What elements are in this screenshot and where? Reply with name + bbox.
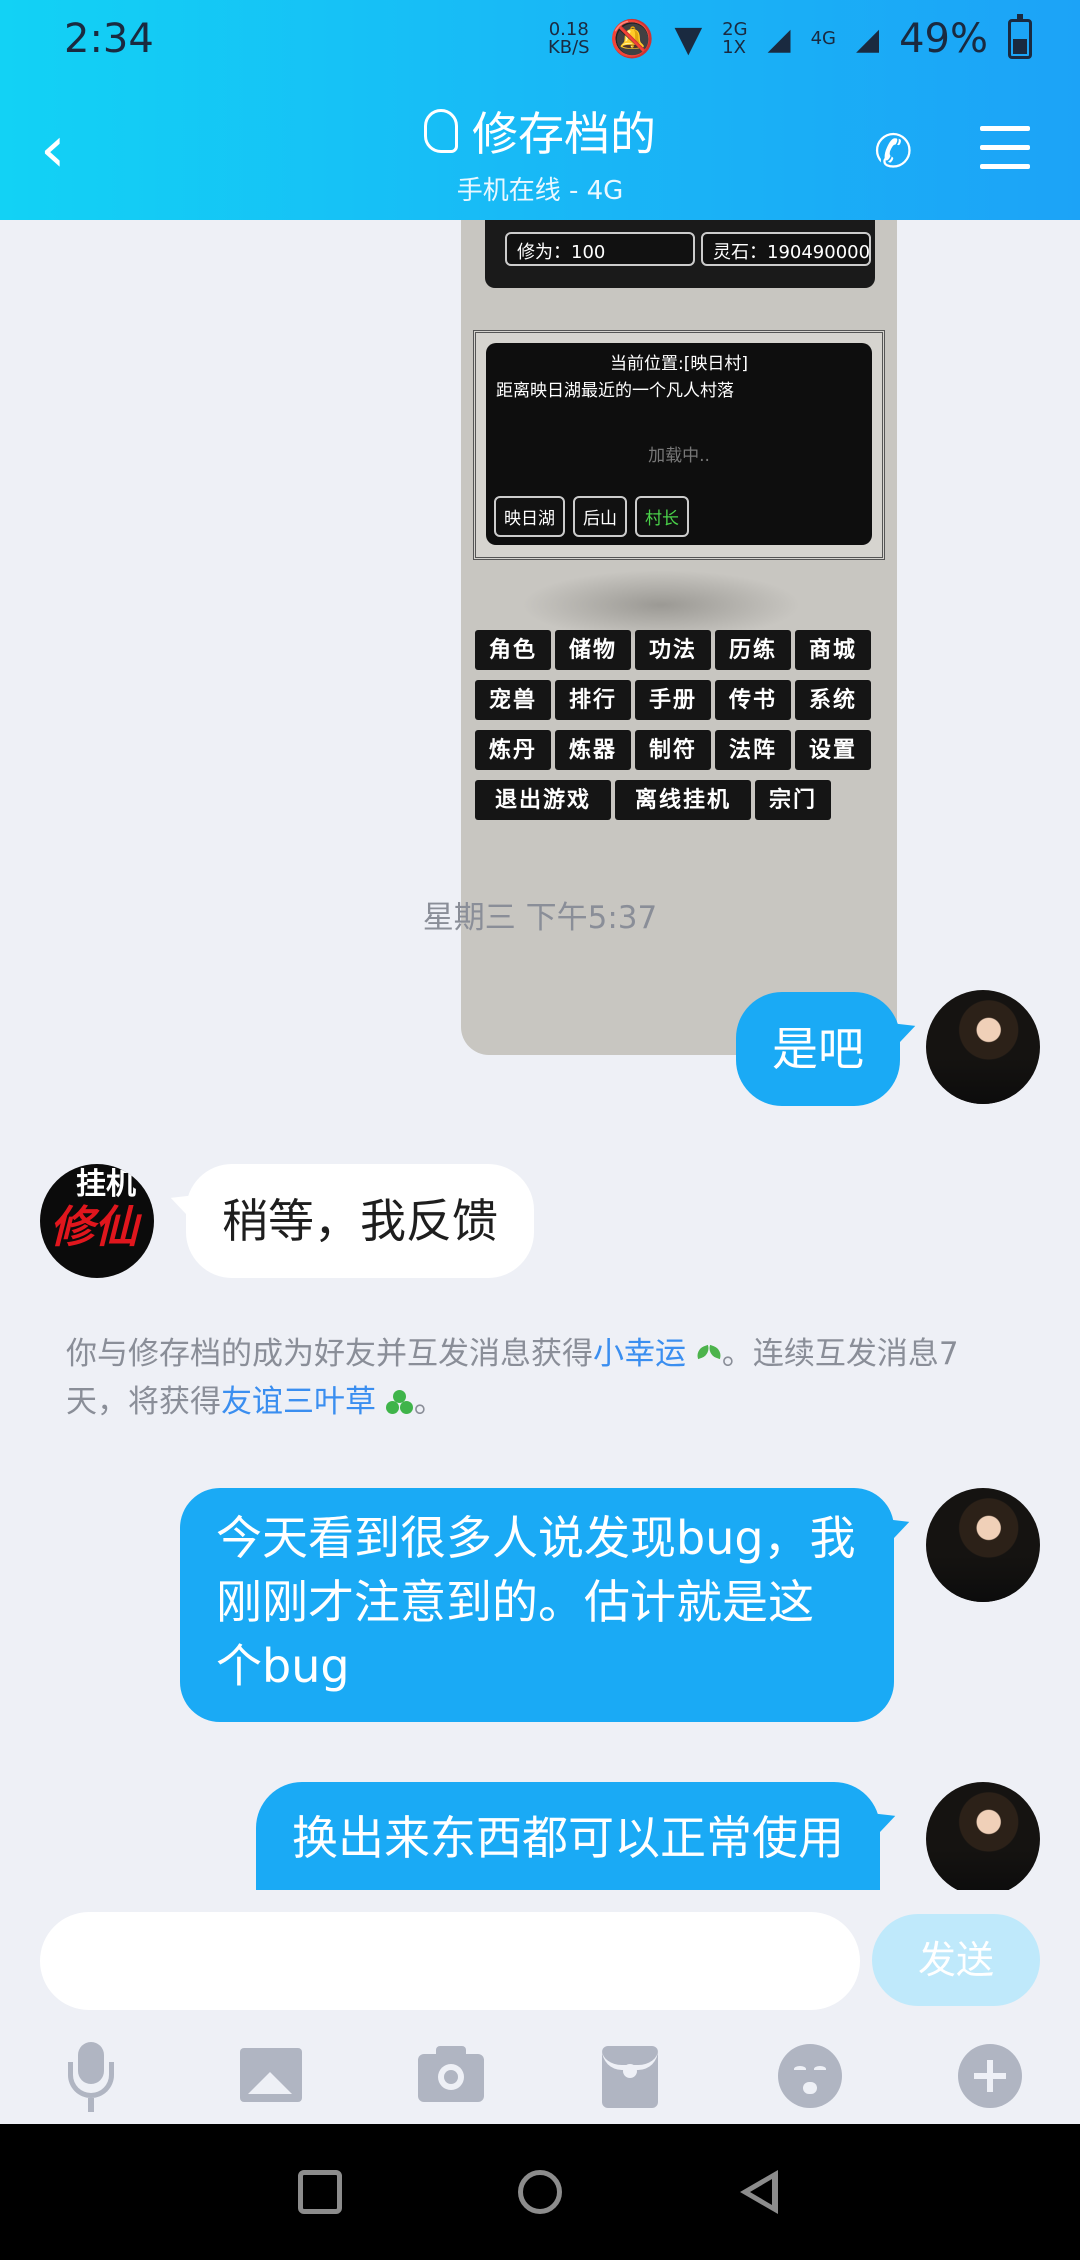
signal-bars-icon: ◢ — [767, 21, 791, 57]
game-menu-item: 传书 — [715, 680, 791, 720]
outgoing-message[interactable]: 今天看到很多人说发现bug，我刚刚才注意到的。估计就是这个bug — [180, 1488, 894, 1722]
lucky-link[interactable]: 小幸运 — [593, 1336, 686, 1372]
game-menu-item: 宠兽 — [475, 680, 551, 720]
incoming-message[interactable]: 稍等，我反馈 — [186, 1164, 534, 1278]
chat-header: ‹ 修存档的 手机在线 - 4G ✆ — [0, 90, 1080, 210]
clover-link[interactable]: 友谊三叶草 — [221, 1384, 376, 1420]
game-menu-item: 法阵 — [715, 730, 791, 770]
game-menu-grid: 角色 储物 功法 历练 商城 宠兽 排行 手册 传书 系统 炼丹 炼器 制符 法阵 设置 退出游戏 离线挂… — [475, 630, 895, 830]
message-input[interactable] — [40, 1912, 860, 2010]
signal-4g-icon: 4G — [810, 28, 837, 49]
outgoing-message[interactable]: 是吧 — [736, 992, 900, 1106]
game-menu-item: 手册 — [635, 680, 711, 720]
system-nav-bar — [0, 2124, 1080, 2260]
red-packet-icon[interactable] — [596, 2042, 666, 2112]
loc-button: 映日湖 — [494, 496, 565, 537]
contact-title[interactable]: 修存档的 — [424, 98, 656, 164]
system-text: 。 — [413, 1384, 445, 1420]
net-speed-unit: KB/S — [547, 37, 590, 58]
friendship-system-notice: 你与修存档的成为好友并互发消息获得小幸运 。连续互发消息7天，将获得友谊三叶草 … — [66, 1330, 1016, 1426]
my-avatar[interactable] — [926, 1488, 1040, 1602]
game-menu-item: 宗门 — [755, 780, 831, 820]
system-text: 你与修存档的成为好友并互发消息获得 — [66, 1336, 593, 1372]
ear-icon — [424, 109, 458, 153]
clover-icon — [385, 1389, 414, 1418]
top-bar: 2:34 0.18 KB/S 🔕 ▼ 2G 1X ◢ 4G ◢ 49% ‹ 修存档… — [0, 0, 1080, 220]
input-bar: 发送 — [0, 1890, 1080, 2010]
my-avatar[interactable] — [926, 990, 1040, 1104]
image-icon[interactable] — [236, 2042, 306, 2112]
contact-name: 修存档的 — [472, 107, 656, 161]
signal-bars-icon-2: ◢ — [856, 21, 880, 57]
menu-icon[interactable] — [980, 126, 1030, 170]
location-panel: 当前位置:[映日村] 距离映日湖最近的一个凡人村落 加载中.. 映日湖 后山 村… — [473, 330, 885, 560]
status-time: 2:34 — [64, 16, 154, 62]
mute-bell-icon: 🔕 — [609, 19, 655, 60]
system-back-button[interactable] — [740, 2170, 778, 2214]
battery-percent: 49% — [899, 16, 988, 62]
phone-call-icon[interactable]: ✆ — [874, 124, 920, 178]
signal-2g-icon: 2G 1X — [722, 19, 748, 58]
status-bar: 2:34 0.18 KB/S 🔕 ▼ 2G 1X ◢ 4G ◢ 49% — [0, 0, 1080, 80]
game-menu-item: 排行 — [555, 680, 631, 720]
send-button[interactable]: 发送 — [872, 1914, 1040, 2006]
sprout-icon — [696, 1343, 722, 1369]
chat-area[interactable]: 修为：100 灵石：19049000000 当前位置:[映日村] 距离映日湖最近… — [0, 220, 1080, 1890]
emoji-icon[interactable] — [776, 2042, 846, 2112]
game-menu-item: 储物 — [555, 630, 631, 670]
game-menu-item: 退出游戏 — [475, 780, 611, 820]
game-menu-item: 系统 — [795, 680, 871, 720]
contact-avatar[interactable]: 挂机 修仙 — [40, 1164, 154, 1278]
avatar-text-1: 挂机 — [76, 1167, 136, 1202]
loc-button: 村长 — [635, 496, 689, 537]
location-desc: 距离映日湖最近的一个凡人村落 — [496, 381, 734, 401]
stat-spirit-stones: 灵石：19049000000 — [701, 232, 871, 266]
recent-apps-button[interactable] — [298, 2170, 342, 2214]
game-stats-panel: 修为：100 灵石：19049000000 — [485, 220, 875, 288]
plus-icon[interactable] — [956, 2042, 1026, 2112]
game-menu-item: 功法 — [635, 630, 711, 670]
location-title: 当前位置:[映日村] — [610, 354, 748, 374]
message-timestamp: 星期三 下午5:37 — [422, 900, 658, 936]
game-menu-item: 角色 — [475, 630, 551, 670]
game-menu-item: 历练 — [715, 630, 791, 670]
battery-icon — [1008, 14, 1032, 59]
home-button[interactable] — [518, 2170, 562, 2214]
my-avatar[interactable] — [926, 1782, 1040, 1890]
avatar-text-2: 修仙 — [50, 1202, 138, 1253]
status-icons: 0.18 KB/S 🔕 ▼ 2G 1X ◢ 4G ◢ 49% — [548, 14, 1032, 64]
game-menu-item: 设置 — [795, 730, 871, 770]
camera-icon[interactable] — [416, 2042, 486, 2112]
stat-cultivation: 修为：100 — [505, 232, 695, 266]
game-menu-item: 炼丹 — [475, 730, 551, 770]
game-menu-item: 商城 — [795, 630, 871, 670]
contact-status: 手机在线 - 4G — [456, 176, 624, 206]
loading-text: 加载中.. — [648, 446, 710, 466]
wifi-icon: ▼ — [674, 18, 703, 60]
outgoing-message[interactable]: 换出来东西都可以正常使用 — [256, 1782, 880, 1890]
loc-button: 后山 — [573, 496, 627, 537]
microphone-icon[interactable] — [56, 2042, 126, 2112]
game-menu-item: 离线挂机 — [615, 780, 751, 820]
net-speed: 0.18 KB/S — [548, 21, 590, 57]
game-menu-item: 制符 — [635, 730, 711, 770]
game-menu-item: 炼器 — [555, 730, 631, 770]
